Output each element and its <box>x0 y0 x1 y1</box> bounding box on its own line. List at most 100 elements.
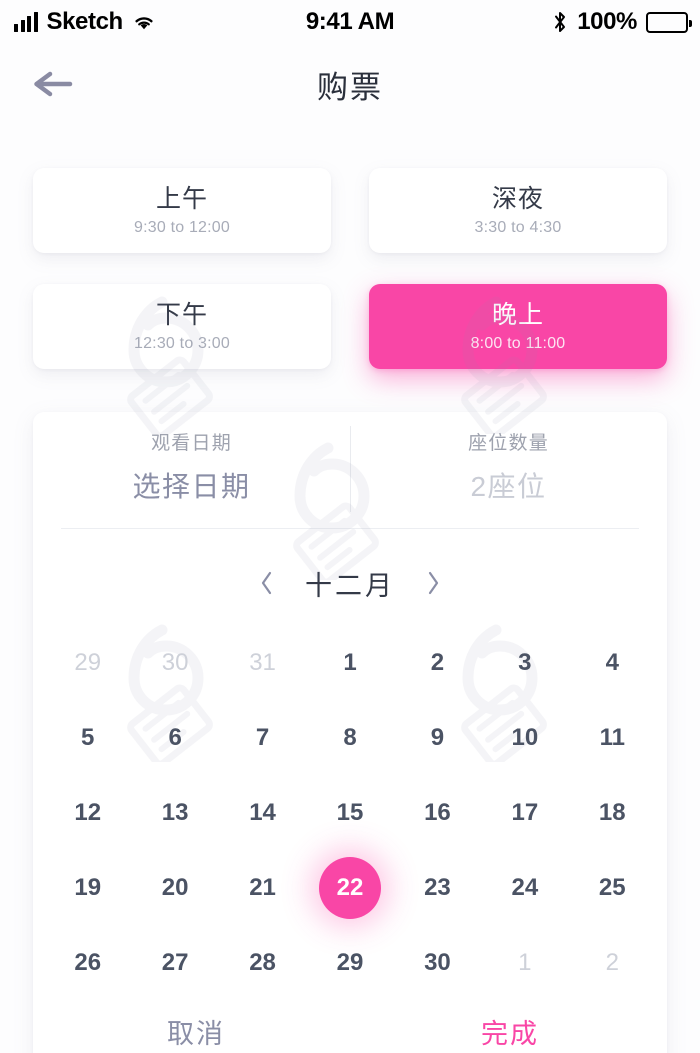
seat-count-field[interactable]: 座位数量 2座位 <box>350 428 667 505</box>
calendar-day[interactable]: 20 <box>131 850 218 925</box>
prev-month-button[interactable] <box>259 570 275 596</box>
calendar-day-number: 29 <box>336 948 364 976</box>
time-slot-title: 下午 <box>155 300 208 329</box>
clock-label: 9:41 AM <box>305 8 395 35</box>
calendar-day[interactable]: 12 <box>44 775 131 850</box>
chevron-left-icon <box>261 571 272 595</box>
time-slot-title: 深夜 <box>491 184 544 213</box>
time-slot-range: 8:00 to 11:00 <box>470 335 566 353</box>
calendar-day-number: 15 <box>336 798 364 826</box>
time-slot-title: 晚上 <box>491 300 544 329</box>
calendar-day-number: 31 <box>249 648 276 676</box>
calendar-day[interactable]: 11 <box>569 700 656 775</box>
calendar-grid: 29 30 31 1 2 3 4 5 6 7 8 9 10 11 12 13 14 15 16 17 18 19 20 21 2… <box>44 625 656 1000</box>
calendar-day[interactable]: 24 <box>481 850 568 925</box>
calendar-day[interactable]: 23 <box>394 850 481 925</box>
chevron-right-icon <box>428 571 439 595</box>
calendar-day[interactable]: 16 <box>394 775 481 850</box>
watch-date-label: 观看日期 <box>151 433 232 454</box>
calendar-day-number: 18 <box>598 798 626 826</box>
calendar-day[interactable]: 14 <box>219 775 306 850</box>
calendar-day[interactable]: 1 <box>306 625 393 700</box>
calendar-day[interactable]: 2 <box>569 925 656 1000</box>
calendar-day[interactable]: 13 <box>131 775 218 850</box>
calendar-day-number: 4 <box>605 648 619 676</box>
calendar-day-number: 13 <box>161 798 189 826</box>
calendar-day-number: 21 <box>249 873 276 901</box>
calendar-day[interactable]: 3 <box>481 625 568 700</box>
calendar-day-number: 2 <box>605 948 619 976</box>
calendar-day-number: 30 <box>424 948 451 976</box>
time-slot-card[interactable]: 深夜 3:30 to 4:30 <box>369 168 667 253</box>
time-slot-range: 3:30 to 4:30 <box>474 219 562 237</box>
battery-percent-label: 100% <box>577 8 637 35</box>
calendar-day[interactable]: 7 <box>219 700 306 775</box>
calendar-day[interactable]: 2 <box>394 625 481 700</box>
calendar-day[interactable]: 8 <box>306 700 393 775</box>
calendar-day[interactable]: 31 <box>219 625 306 700</box>
calendar-day-number: 17 <box>511 798 539 826</box>
time-slot-card[interactable]: 上午 9:30 to 12:00 <box>33 168 331 253</box>
calendar-day[interactable]: 25 <box>569 850 656 925</box>
calendar-day[interactable]: 29 <box>306 925 393 1000</box>
calendar-day[interactable]: 1 <box>481 925 568 1000</box>
calendar-day[interactable]: 17 <box>481 775 568 850</box>
calendar-day[interactable]: 5 <box>44 700 131 775</box>
watch-date-value: 选择日期 <box>132 471 251 502</box>
calendar-day-number: 6 <box>168 723 182 751</box>
confirm-button[interactable]: 完成 <box>481 1012 539 1051</box>
calendar-day-number: 3 <box>518 648 532 676</box>
calendar-day-number: 1 <box>518 948 532 976</box>
calendar-day[interactable]: 15 <box>306 775 393 850</box>
battery-icon <box>646 11 692 33</box>
time-slot-grid: 上午 9:30 to 12:00 深夜 3:30 to 4:30 下午 12:3… <box>33 168 667 369</box>
calendar-day[interactable]: 28 <box>219 925 306 1000</box>
calendar-day[interactable]: 9 <box>394 700 481 775</box>
status-bar: Sketch 9:41 AM 100% <box>0 0 700 44</box>
time-slot-card[interactable]: 下午 12:30 to 3:00 <box>33 284 331 369</box>
section-divider <box>61 528 639 529</box>
month-label: 十二月 <box>305 570 395 601</box>
calendar-day[interactable]: 4 <box>569 625 656 700</box>
watch-date-field[interactable]: 观看日期 选择日期 <box>33 428 350 505</box>
cancel-button[interactable]: 取消 <box>167 1012 225 1051</box>
calendar-day[interactable]: 10 <box>481 700 568 775</box>
calendar-day[interactable]: 26 <box>44 925 131 1000</box>
calendar-day[interactable]: 30 <box>131 625 218 700</box>
calendar-day-number: 30 <box>161 648 189 676</box>
calendar-day[interactable]: 18 <box>569 775 656 850</box>
calendar-day[interactable]: 19 <box>44 850 131 925</box>
nav-bar: 购票 <box>0 44 700 124</box>
seat-count-value: 2座位 <box>470 471 547 502</box>
calendar-day-number: 7 <box>255 723 270 751</box>
date-picker-panel: 观看日期 选择日期 座位数量 2座位 十二月 29 30 31 1 2 3 4 … <box>33 412 667 1053</box>
calendar-day-number: 24 <box>511 873 539 901</box>
calendar-day-number: 16 <box>424 798 451 826</box>
calendar-day[interactable]: 27 <box>131 925 218 1000</box>
calendar-day-number: 25 <box>598 873 626 901</box>
time-slot-card-selected[interactable]: 晚上 8:00 to 11:00 <box>369 284 667 369</box>
calendar-day-number: 22 <box>336 873 364 901</box>
calendar-day-number: 5 <box>81 723 95 751</box>
calendar-day[interactable]: 21 <box>219 850 306 925</box>
calendar-day-number: 8 <box>343 723 357 751</box>
calendar-day-selected[interactable]: 22 <box>306 850 393 925</box>
calendar-day-number: 10 <box>511 723 539 751</box>
calendar-day-number: 27 <box>161 948 189 976</box>
calendar-day[interactable]: 29 <box>44 625 131 700</box>
next-month-button[interactable] <box>425 570 441 596</box>
calendar-day[interactable]: 6 <box>131 700 218 775</box>
calendar-day-number: 1 <box>343 648 357 676</box>
selection-summary: 观看日期 选择日期 座位数量 2座位 <box>33 412 667 528</box>
calendar-day[interactable]: 30 <box>394 925 481 1000</box>
status-bar-right: 100% <box>552 0 692 44</box>
calendar-day-number: 2 <box>430 648 445 676</box>
calendar-day-number: 14 <box>249 798 276 826</box>
calendar-day-number: 19 <box>74 873 102 901</box>
picker-actions: 取消 完成 <box>33 1012 667 1053</box>
page-title: 购票 <box>317 69 383 105</box>
time-slot-range: 12:30 to 3:00 <box>133 335 230 353</box>
ticket-purchase-screen: Sketch 9:41 AM 100% 购票 上午 9:30 to 12:00 … <box>0 0 700 1053</box>
time-slot-title: 上午 <box>155 184 208 213</box>
calendar-day-number: 29 <box>74 648 102 676</box>
